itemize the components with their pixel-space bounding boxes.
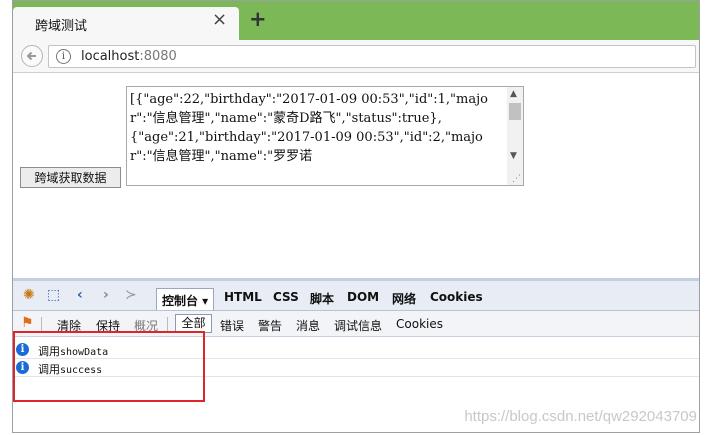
back-button[interactable] [21,45,43,67]
annotation-highlight-box [13,331,205,402]
result-text: [{"age":22,"birthday":"2017-01-09 00:53"… [130,92,488,164]
filter-warnings-button[interactable]: 警告 [258,317,282,334]
new-tab-icon[interactable]: + [249,9,267,30]
url-text: localhost:8080 [81,49,177,64]
textarea-scrollbar[interactable]: ▲ ▼ [507,87,523,185]
chevron-right-icon[interactable]: › [103,288,109,302]
url-bar[interactable]: i localhost:8080 [48,45,696,68]
url-host: localhost [81,49,140,64]
scroll-thumb[interactable] [509,103,521,120]
scroll-down-icon[interactable]: ▼ [510,151,517,161]
command-line-icon[interactable]: ≻ [125,288,137,302]
browser-tab[interactable]: 跨域测试 × [13,7,239,40]
tab-css[interactable]: CSS [273,290,299,304]
tab-strip: 跨域测试 × + [13,1,699,40]
tab-network[interactable]: 网络 [392,290,416,307]
watermark: https://blog.csdn.net/qw292043709 [464,408,697,425]
inspect-icon[interactable]: ⬚ [47,288,60,302]
site-info-icon[interactable]: i [56,49,71,64]
console-options-icon[interactable]: ⚑ [21,316,34,330]
filter-errors-button[interactable]: 错误 [220,317,244,334]
filter-debug-button[interactable]: 调试信息 [334,317,382,334]
firebug-icon[interactable]: ✺ [23,288,35,302]
toolbar-divider [41,317,42,331]
navigation-bar: i localhost:8080 [13,40,699,73]
browser-window: 跨域测试 × + i localhost:8080 跨域获取数据 [{"age"… [12,0,700,433]
tab-cookies[interactable]: Cookies [430,290,483,304]
filter-cookies-button[interactable]: Cookies [396,317,443,331]
fetch-data-button[interactable]: 跨域获取数据 [20,167,121,188]
chevron-left-icon[interactable]: ‹ [77,288,83,302]
tab-title: 跨域测试 [35,19,88,34]
scroll-up-icon[interactable]: ▲ [510,89,517,99]
tab-console[interactable]: 控制台 ▾ [156,288,214,310]
resize-grip-icon[interactable]: ⋰ [512,174,521,184]
tab-html[interactable]: HTML [224,290,262,304]
page-content: 跨域获取数据 [{"age":22,"birthday":"2017-01-09… [13,73,699,278]
close-icon[interactable]: × [212,11,227,29]
devtools-tab-bar: ✺ ⬚ ‹ › ≻ 控制台 ▾ HTML CSS 脚本 DOM 网络 Cooki… [13,281,699,311]
back-arrow-icon [26,51,36,61]
tab-script[interactable]: 脚本 [310,290,334,307]
toolbar-divider [167,317,168,331]
url-port: :8080 [139,49,177,64]
result-textarea[interactable]: [{"age":22,"birthday":"2017-01-09 00:53"… [126,86,524,186]
filter-info-button[interactable]: 消息 [296,317,320,334]
tab-dom[interactable]: DOM [347,290,379,304]
